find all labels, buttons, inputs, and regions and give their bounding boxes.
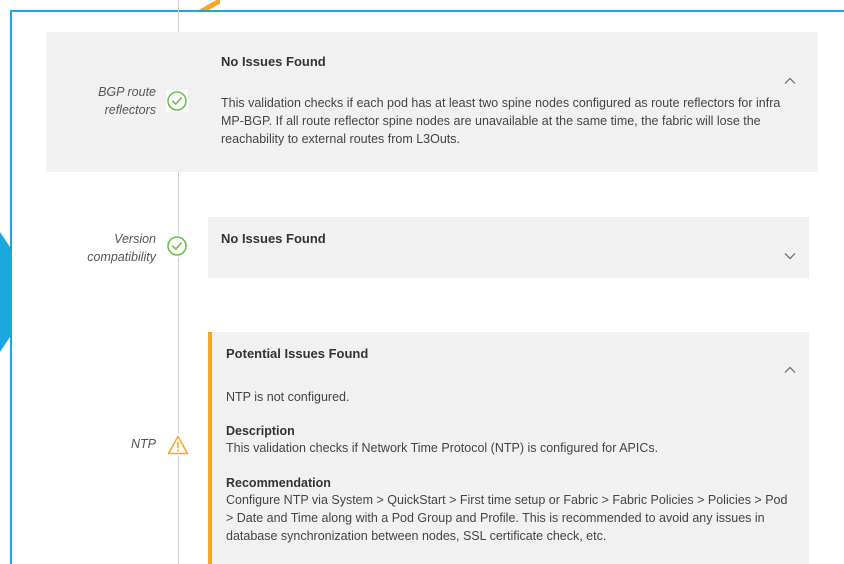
- card-title: No Issues Found: [221, 231, 326, 246]
- warning-triangle-icon: [167, 434, 189, 456]
- chevron-up-icon[interactable]: [783, 74, 797, 88]
- chevron-up-icon[interactable]: [783, 363, 797, 377]
- version-compatibility-label: Version compatibility: [87, 232, 156, 264]
- recommendation-heading: Recommendation: [226, 476, 331, 490]
- bgp-result-card[interactable]: No Issues Found This validation checks i…: [208, 32, 818, 172]
- check-circle-icon: [166, 235, 188, 257]
- ntp-result-card[interactable]: Potential Issues Found NTP is not config…: [208, 332, 809, 564]
- version-result-card[interactable]: No Issues Found: [208, 217, 809, 278]
- description-heading: Description: [226, 424, 295, 438]
- issue-summary: NTP is not configured.: [226, 390, 350, 404]
- chevron-down-icon[interactable]: [783, 249, 797, 263]
- description-text: This validation checks if Network Time P…: [226, 441, 659, 455]
- ntp-label: NTP: [131, 437, 156, 451]
- check-circle-icon: [166, 90, 188, 112]
- card-description: This validation checks if each pod has a…: [221, 96, 781, 146]
- bgp-route-reflectors-label: BGP route reflectors: [98, 85, 156, 117]
- recommendation-text: Configure NTP via System > QuickStart > …: [226, 493, 788, 543]
- card-title: No Issues Found: [221, 54, 326, 69]
- card-title: Potential Issues Found: [226, 346, 369, 361]
